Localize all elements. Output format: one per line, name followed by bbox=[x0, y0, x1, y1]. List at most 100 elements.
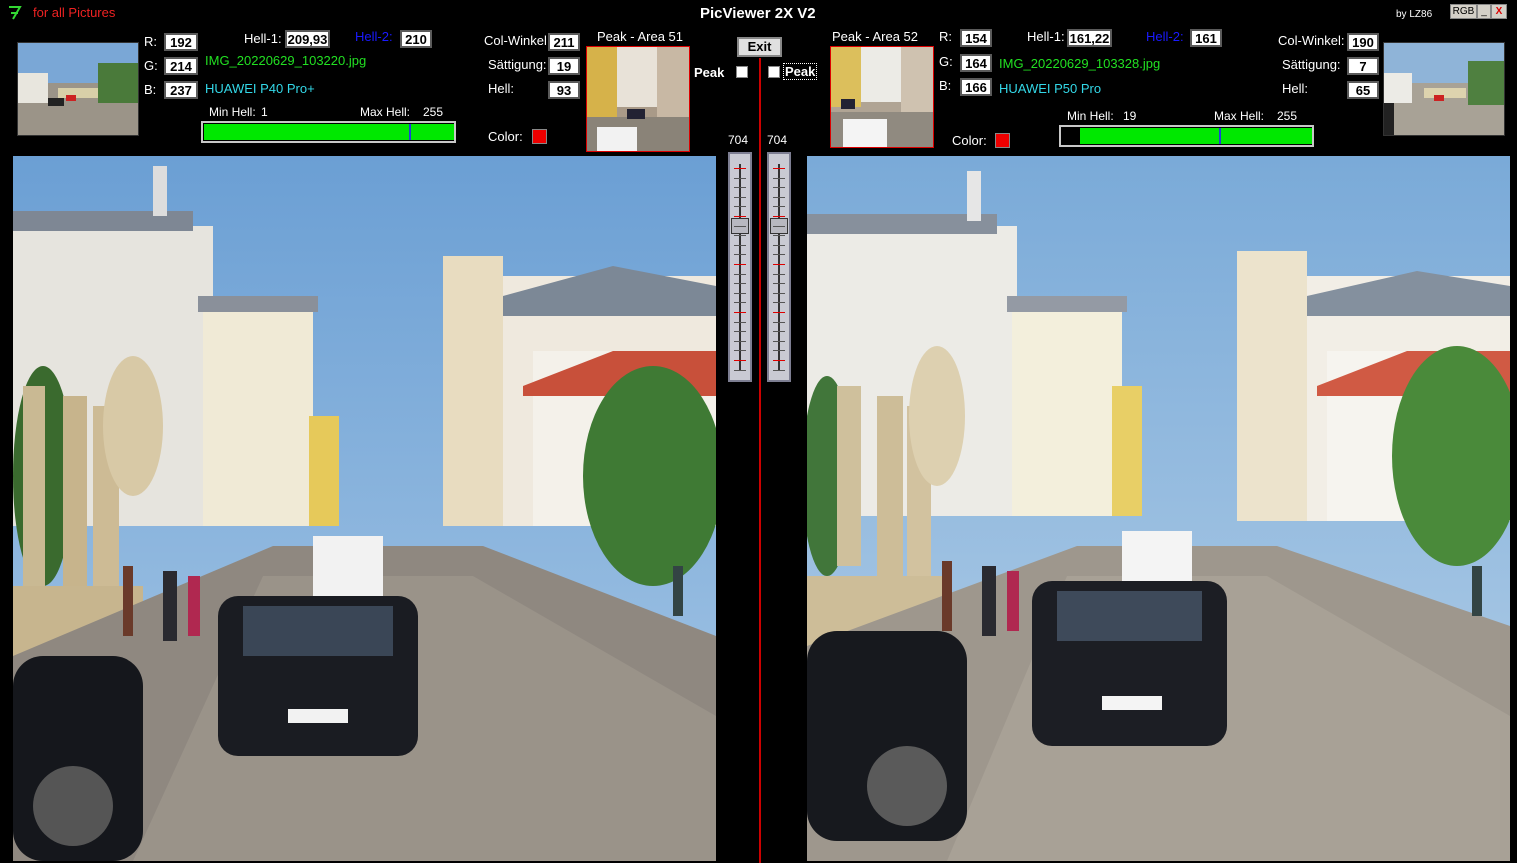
slider-tick bbox=[734, 264, 746, 265]
right-g-label: G: bbox=[939, 54, 953, 69]
slider-tick bbox=[773, 264, 785, 265]
right-peak-checkbox[interactable] bbox=[768, 66, 780, 78]
slider-tick bbox=[734, 312, 746, 313]
slider-tick bbox=[734, 273, 746, 275]
slider-tick bbox=[734, 283, 746, 285]
left-peak-preview bbox=[586, 46, 690, 152]
right-peak-area-label: Peak - Area 52 bbox=[832, 29, 918, 44]
right-histogram-marker bbox=[1219, 128, 1222, 144]
right-max-hell-label: Max Hell: bbox=[1214, 109, 1265, 123]
left-r-value: 192 bbox=[164, 33, 198, 51]
slider-tick bbox=[734, 369, 746, 371]
left-camera: HUAWEI P40 Pro+ bbox=[205, 81, 315, 96]
slider-tick bbox=[734, 292, 746, 294]
left-hell-label: Hell: bbox=[488, 81, 515, 96]
author-label: by LZ86 bbox=[1396, 9, 1433, 20]
exit-button[interactable]: Exit bbox=[737, 37, 782, 57]
slider-tick bbox=[773, 283, 785, 285]
left-colwinkel-label: Col-Winkel: bbox=[484, 33, 551, 48]
left-r-label: R: bbox=[144, 34, 157, 49]
slider-tick bbox=[773, 235, 785, 237]
slider-tick bbox=[773, 216, 785, 217]
slider-tick bbox=[773, 206, 785, 208]
right-main-photo[interactable] bbox=[807, 156, 1510, 861]
right-thumbnail[interactable] bbox=[1383, 42, 1505, 136]
right-saettigung-label: Sättigung: bbox=[1282, 57, 1341, 72]
right-hell-value: 65 bbox=[1347, 81, 1379, 99]
right-min-hell-label: Min Hell: bbox=[1067, 109, 1114, 123]
left-hell2-label: Hell-2: bbox=[355, 29, 393, 44]
right-r-label: R: bbox=[939, 29, 952, 44]
left-colwinkel-value: 211 bbox=[548, 33, 580, 51]
left-slider-track bbox=[739, 164, 741, 370]
rgb-button[interactable]: RGB bbox=[1450, 4, 1477, 19]
minimize-button[interactable]: _ bbox=[1477, 4, 1491, 19]
right-colwinkel-label: Col-Winkel: bbox=[1278, 33, 1345, 48]
slider-tick bbox=[734, 321, 746, 323]
slider-tick bbox=[734, 340, 746, 342]
slider-tick bbox=[773, 321, 785, 323]
slider-tick bbox=[734, 168, 746, 169]
slider-tick bbox=[773, 292, 785, 294]
right-max-hell-value: 255 bbox=[1277, 109, 1298, 123]
right-hell2-value: 161 bbox=[1190, 29, 1222, 47]
slider-tick bbox=[773, 244, 785, 246]
slider-tick bbox=[773, 312, 785, 313]
right-histogram-fill bbox=[1079, 128, 1312, 144]
left-min-hell-value: 1 bbox=[261, 105, 268, 119]
left-peak-checkbox[interactable] bbox=[736, 66, 748, 78]
slider-tick bbox=[734, 216, 746, 217]
slider-tick bbox=[773, 340, 785, 342]
center-divider-line bbox=[759, 58, 761, 863]
slider-tick bbox=[734, 177, 746, 179]
right-color-label: Color: bbox=[952, 133, 987, 148]
right-b-label: B: bbox=[939, 78, 952, 93]
left-peak-label: Peak bbox=[694, 65, 725, 80]
slider-tick bbox=[734, 302, 746, 304]
right-hell-label: Hell: bbox=[1282, 81, 1309, 96]
slider-tick bbox=[773, 350, 785, 352]
slider-tick bbox=[773, 254, 785, 256]
left-color-swatch[interactable] bbox=[532, 129, 547, 144]
left-hell-value: 93 bbox=[548, 81, 580, 99]
app-logo-icon bbox=[8, 5, 22, 21]
right-hell2-label: Hell-2: bbox=[1146, 29, 1184, 44]
left-main-photo[interactable] bbox=[13, 156, 716, 861]
logo-text: for all Pictures bbox=[33, 5, 116, 20]
slider-tick bbox=[734, 196, 746, 198]
left-zoom-slider[interactable] bbox=[728, 152, 752, 382]
right-color-swatch[interactable] bbox=[995, 133, 1010, 148]
slider-tick bbox=[734, 360, 746, 361]
right-slider-value: 704 bbox=[767, 133, 788, 147]
slider-tick bbox=[773, 360, 785, 361]
left-color-label: Color: bbox=[488, 129, 523, 144]
right-min-hell-value: 19 bbox=[1123, 109, 1137, 123]
right-slider-track bbox=[778, 164, 780, 370]
left-histogram-bar bbox=[201, 121, 456, 143]
left-max-hell-value: 255 bbox=[423, 105, 444, 119]
left-min-hell-label: Min Hell: bbox=[209, 105, 256, 119]
left-max-hell-label: Max Hell: bbox=[360, 105, 411, 119]
left-histogram-fill bbox=[204, 124, 454, 140]
left-g-value: 214 bbox=[164, 57, 198, 75]
left-hell2-value: 210 bbox=[400, 30, 432, 48]
left-saettigung-label: Sättigung: bbox=[488, 57, 547, 72]
right-hell1-value: 161,22 bbox=[1067, 29, 1112, 47]
right-saettigung-value: 7 bbox=[1347, 57, 1379, 75]
left-b-label: B: bbox=[144, 82, 157, 97]
app-title: PicViewer 2X V2 bbox=[700, 5, 816, 22]
right-zoom-slider[interactable] bbox=[767, 152, 791, 382]
slider-tick bbox=[773, 225, 785, 227]
slider-tick bbox=[734, 350, 746, 352]
left-thumbnail[interactable] bbox=[17, 42, 139, 136]
right-g-value: 164 bbox=[960, 54, 992, 72]
slider-tick bbox=[734, 225, 746, 227]
left-hell1-label: Hell-1: bbox=[244, 31, 282, 46]
right-b-value: 166 bbox=[960, 78, 992, 96]
left-b-value: 237 bbox=[164, 81, 198, 99]
left-histogram-marker bbox=[408, 124, 411, 140]
close-button[interactable]: X bbox=[1491, 4, 1507, 19]
slider-tick bbox=[734, 331, 746, 333]
right-histogram-bar bbox=[1059, 125, 1314, 147]
slider-tick bbox=[734, 235, 746, 237]
